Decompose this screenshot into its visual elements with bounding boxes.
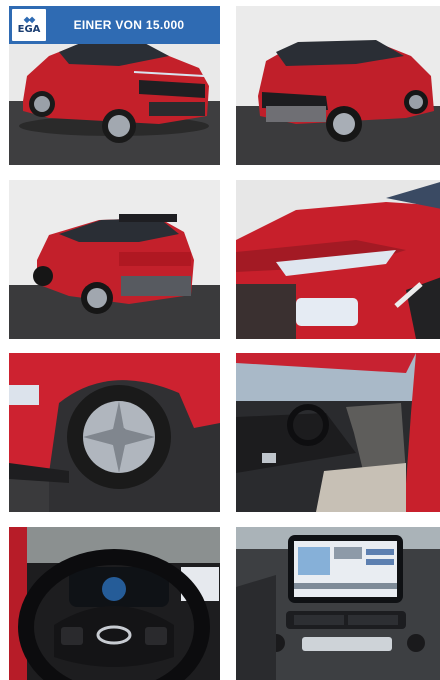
suv-rear-left-image <box>9 180 220 339</box>
promo-banner: ◆◆ EGA EINER VON 15.000 <box>9 6 220 44</box>
infotainment-display-image <box>236 527 440 680</box>
ega-logo-text: EGA <box>17 23 41 35</box>
promo-banner-text: EINER VON 15.000 <box>73 18 185 32</box>
ega-logo-mark-icon: ◆◆ <box>23 14 35 24</box>
gallery-photo-6[interactable] <box>236 353 440 512</box>
suv-rear-right-image <box>236 6 440 165</box>
gallery-photo-2[interactable] <box>236 6 440 165</box>
gallery-photo-4[interactable] <box>236 180 440 339</box>
gallery-photo-3[interactable] <box>9 180 220 339</box>
gallery-photo-1[interactable]: ◆◆ EGA EINER VON 15.000 <box>9 6 220 165</box>
headlight-closeup-image <box>236 180 440 339</box>
wheel-closeup-image <box>9 353 220 512</box>
steering-wheel-image <box>9 527 220 680</box>
gallery-photo-8[interactable] <box>236 527 440 680</box>
interior-seats-image <box>236 353 440 512</box>
gallery-photo-5[interactable] <box>9 353 220 512</box>
gallery-photo-7[interactable] <box>9 527 220 680</box>
ega-logo: ◆◆ EGA <box>12 9 46 41</box>
